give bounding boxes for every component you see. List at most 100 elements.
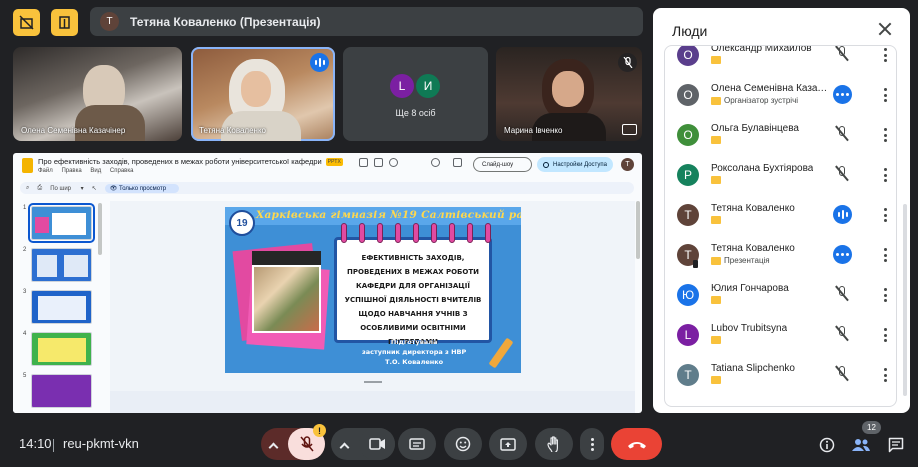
- badge-icon: [711, 336, 721, 344]
- participant-subtitle: [711, 136, 724, 144]
- slideshow-button[interactable]: Слайд-шоу: [473, 157, 532, 172]
- hand-icon: [546, 436, 558, 452]
- canvas-scrollbar[interactable]: [636, 201, 640, 259]
- participant-row[interactable]: О Ольга Булавінцева: [665, 116, 896, 156]
- photo-caption-bar: [252, 251, 321, 265]
- pin-icon[interactable]: [622, 124, 637, 135]
- classroom-photo: [252, 265, 321, 333]
- people-icon[interactable]: [850, 435, 872, 455]
- share-settings-button[interactable]: Настройки Доступа: [537, 157, 613, 172]
- more-actions-icon[interactable]: [833, 245, 852, 264]
- camera-icon: [368, 438, 385, 450]
- chat-icon[interactable]: [885, 435, 907, 455]
- emoji-icon: [455, 436, 471, 452]
- participant-name: Олександр Михайлов: [711, 45, 812, 54]
- thumbnail-number: 5: [23, 373, 27, 379]
- participant-subtitle: [711, 216, 724, 224]
- mic-off-icon[interactable]: [835, 125, 849, 142]
- camera-options-chevron-icon[interactable]: [339, 440, 350, 453]
- history-icon[interactable]: [431, 158, 440, 167]
- more-vert-icon[interactable]: [884, 128, 888, 142]
- camera-toggle-button[interactable]: [359, 428, 395, 460]
- more-vert-icon[interactable]: [884, 328, 888, 342]
- file-type-badge: PPTX: [325, 158, 343, 167]
- participant-tile[interactable]: Марина Івченко: [496, 47, 642, 141]
- presentation-chip[interactable]: Т Тетяна Коваленко (Презентація): [90, 7, 643, 36]
- captions-button[interactable]: [398, 428, 436, 460]
- school-name: Харківська гімназія №19 Салтівський райо…: [256, 209, 521, 221]
- slide-thumbnail-3[interactable]: [31, 290, 92, 324]
- reactions-button[interactable]: [444, 428, 482, 460]
- mic-off-icon[interactable]: [835, 285, 849, 302]
- mic-off-icon[interactable]: [835, 365, 849, 382]
- mic-off-icon[interactable]: [835, 325, 849, 342]
- slide-thumbnail-4[interactable]: [31, 332, 92, 366]
- captions-icon: [409, 438, 425, 450]
- participant-row[interactable]: Т Тетяна Коваленко: [665, 196, 896, 236]
- participant-avatar: Р: [677, 164, 699, 186]
- page-indicator: [364, 381, 382, 383]
- hand-raise-disable-icon[interactable]: [13, 9, 40, 36]
- participant-avatar: Т: [677, 204, 699, 226]
- participant-row[interactable]: О Олександр Михайлов: [665, 45, 896, 76]
- more-vert-icon[interactable]: [884, 368, 888, 382]
- participant-row[interactable]: Р Роксолана Бухтіярова: [665, 156, 896, 196]
- slide-thumbnail-2[interactable]: [31, 248, 92, 282]
- raise-hand-button[interactable]: [535, 428, 573, 460]
- more-vert-icon: [590, 437, 594, 451]
- badge-icon: [711, 256, 721, 265]
- meeting-code: reu-pkmt-vkn: [63, 436, 139, 451]
- user-avatar[interactable]: Т: [621, 158, 634, 171]
- panel-scrollbar[interactable]: [903, 204, 907, 396]
- present-screen-button[interactable]: [489, 428, 527, 460]
- participant-subtitle: [711, 376, 724, 384]
- more-vert-icon[interactable]: [884, 88, 888, 102]
- menu-bar: Файл Правка Вид Справка: [38, 168, 140, 174]
- slide-thumbnail-5[interactable]: [31, 374, 92, 408]
- participant-avatar: О: [677, 124, 699, 146]
- participant-row[interactable]: T Tatiana Slipchenko: [665, 356, 896, 396]
- cursor-icon[interactable]: ↖: [92, 185, 97, 192]
- participant-tile[interactable]: Олена Семенівна Казачінер: [13, 47, 182, 141]
- participant-row[interactable]: О Олена Семенівна Казачінер Організатор зу…: [665, 76, 896, 116]
- more-vert-icon[interactable]: [884, 248, 888, 262]
- participant-tile-active-speaker[interactable]: Тетяна Коваленко: [191, 47, 335, 141]
- more-participants-tile[interactable]: L И Ще 8 осіб: [343, 47, 488, 141]
- mic-off-icon[interactable]: [835, 46, 849, 62]
- present-icon[interactable]: [51, 9, 78, 36]
- badge-icon: [711, 56, 721, 64]
- move-folder-icon[interactable]: [374, 158, 383, 167]
- comment-icon[interactable]: [453, 158, 462, 167]
- participant-avatar: Ю: [677, 284, 699, 306]
- participant-row[interactable]: L Lubov Trubitsyna: [665, 316, 896, 356]
- search-icon[interactable]: ⌕: [26, 185, 29, 192]
- menu-file[interactable]: Файл: [38, 168, 53, 174]
- camera-control: [331, 428, 395, 460]
- mic-options-chevron-icon[interactable]: [268, 440, 279, 453]
- participant-row[interactable]: Т Тетяна Коваленко Презентація: [665, 236, 896, 276]
- more-actions-icon[interactable]: [833, 85, 852, 104]
- thumbnail-scrollbar[interactable]: [98, 203, 102, 255]
- mic-off-icon[interactable]: [835, 165, 849, 182]
- thumbnail-number: 4: [23, 331, 27, 337]
- participant-row[interactable]: Ю Юлия Гончарова: [665, 276, 896, 316]
- print-icon[interactable]: ⎙: [37, 185, 42, 192]
- meeting-info-icon[interactable]: [816, 435, 838, 455]
- menu-help[interactable]: Справка: [110, 168, 134, 174]
- more-vert-icon[interactable]: [884, 288, 888, 302]
- menu-edit[interactable]: Правка: [61, 168, 81, 174]
- more-vert-icon[interactable]: [884, 168, 888, 182]
- close-icon[interactable]: [878, 22, 892, 36]
- view-only-mode[interactable]: 👁 Только просмотр: [104, 183, 180, 193]
- participant-name: Ольга Булавінцева: [711, 123, 799, 134]
- zoom-select[interactable]: По шир ▾: [50, 185, 84, 192]
- thumbnail-panel: 1 2 3 4 5: [13, 201, 108, 413]
- notepad-rings: [341, 223, 491, 243]
- more-options-button[interactable]: [580, 428, 604, 460]
- star-icon[interactable]: [359, 158, 368, 167]
- menu-view[interactable]: Вид: [90, 168, 101, 174]
- leave-call-button[interactable]: [611, 428, 662, 460]
- more-vert-icon[interactable]: [884, 48, 888, 62]
- more-vert-icon[interactable]: [884, 208, 888, 222]
- slide-thumbnail-1[interactable]: [28, 203, 95, 243]
